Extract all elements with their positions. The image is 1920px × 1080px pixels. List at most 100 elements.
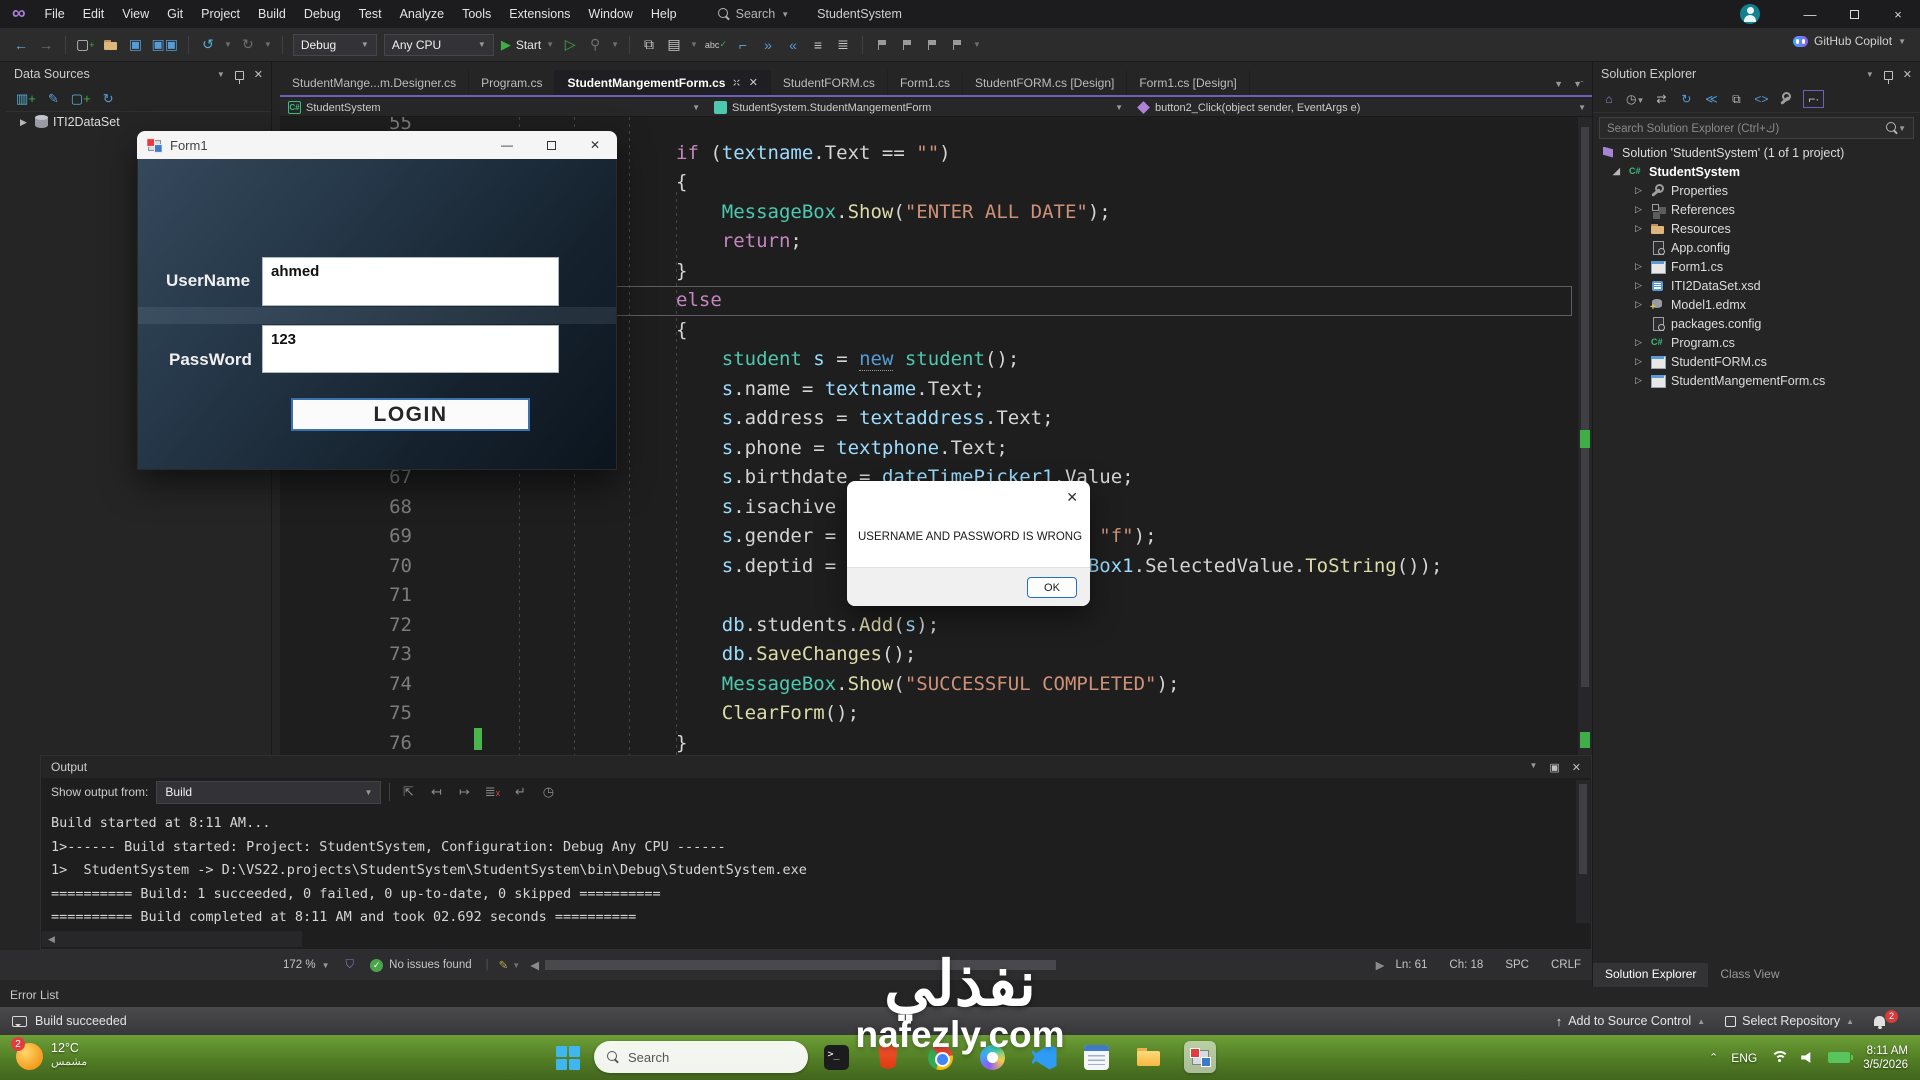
sync-icon[interactable]: ⇄	[1653, 92, 1669, 106]
column-indicator[interactable]: Ch: 18	[1438, 959, 1494, 971]
open-file-icon[interactable]	[102, 35, 120, 55]
add-new-icon[interactable]: ▢+	[71, 91, 91, 107]
expander-icon[interactable]: ◢	[1613, 166, 1623, 177]
editor-vertical-scrollbar[interactable]	[1578, 117, 1592, 755]
menu-window[interactable]: Window	[579, 1, 641, 27]
tree-item-studentform-cs[interactable]: ▷StudentFORM.cs	[1593, 352, 1920, 371]
clock[interactable]: 8:11 AM 3/5/2026	[1863, 1044, 1908, 1072]
save-icon[interactable]: ▣	[127, 35, 145, 55]
watch-window-icon[interactable]: ▤	[665, 35, 683, 55]
error-list-bar[interactable]: Error List	[0, 983, 1592, 1007]
menu-debug[interactable]: Debug	[295, 1, 350, 27]
tree-item-form1-cs[interactable]: ▷Form1.cs	[1593, 257, 1920, 276]
scroll-left-icon[interactable]: ◀	[530, 958, 539, 972]
refresh-icon[interactable]: ↻	[103, 91, 114, 107]
global-search-box[interactable]: Search ▼	[708, 4, 800, 24]
maximize-panel-icon[interactable]: ▣	[1549, 761, 1559, 774]
navigate-back-icon[interactable]: ←	[12, 35, 30, 55]
taskbar-app-explorer[interactable]	[1132, 1041, 1164, 1073]
document-list-icon[interactable]: ▼	[1554, 79, 1563, 89]
start-without-debugging-icon[interactable]: ▷	[561, 35, 579, 55]
document-tab-6[interactable]: Form1.cs [Design]	[1127, 70, 1249, 95]
expander-icon[interactable]: ▷	[1635, 356, 1645, 367]
edit-dataset-icon[interactable]: ✎	[48, 91, 59, 107]
wifi-icon[interactable]	[1770, 1051, 1788, 1064]
save-all-icon[interactable]: ▣▣	[152, 35, 178, 55]
menu-edit[interactable]: Edit	[74, 1, 114, 27]
start-debug-button[interactable]: ▶ Start ▼	[501, 37, 554, 53]
output-log[interactable]: Build started at 8:11 AM...1>------ Buil…	[41, 812, 1575, 945]
navigate-forward-icon[interactable]: →	[37, 35, 55, 55]
pin-icon[interactable]	[1884, 71, 1893, 80]
panel-menu-icon[interactable]: ▼	[1866, 70, 1874, 79]
menu-build[interactable]: Build	[249, 1, 295, 27]
refresh-icon[interactable]: ↻	[1678, 92, 1694, 106]
tree-item-studentsystem[interactable]: ◢StudentSystem	[1593, 162, 1920, 181]
panel-menu-icon[interactable]: ▼	[1529, 761, 1537, 774]
select-repository-button[interactable]: Select Repository ▲	[1725, 1014, 1854, 1028]
document-tab-0[interactable]: StudentMange...m.Designer.cs	[280, 70, 469, 95]
taskbar-app-console[interactable]	[820, 1041, 852, 1073]
document-tab-2[interactable]: StudentMangementForm.cs⊹✕	[555, 70, 770, 95]
password-field[interactable]: 123	[262, 325, 559, 373]
attach-process-icon[interactable]: ⚲	[586, 35, 604, 55]
line-indicator[interactable]: Ln: 61	[1384, 959, 1438, 971]
username-field[interactable]: ahmed	[262, 257, 559, 306]
maximize-button[interactable]	[1832, 0, 1876, 28]
goto-message-icon[interactable]: ⇱	[398, 784, 418, 800]
menu-extensions[interactable]: Extensions	[500, 1, 579, 27]
weather-widget[interactable]: 2 12°C مشمس	[16, 1039, 87, 1070]
collapse-all-icon[interactable]: ≪	[1703, 92, 1719, 106]
tab-pin-icon[interactable]: ⊹	[729, 75, 745, 91]
expander-icon[interactable]: ▷	[1635, 204, 1645, 215]
expander-icon[interactable]: ▷	[1635, 185, 1645, 196]
list-members-icon[interactable]: ≡	[809, 35, 827, 55]
document-tab-4[interactable]: Form1.cs	[888, 70, 963, 95]
tab-class-view[interactable]: Class View	[1708, 963, 1791, 987]
next-bookmark-icon[interactable]	[923, 35, 941, 55]
hidden-icons-button[interactable]: ⌃	[1709, 1051, 1718, 1064]
expander-icon[interactable]: ▷	[1635, 375, 1645, 386]
start-button[interactable]	[556, 1046, 580, 1070]
tree-item-resources[interactable]: ▷Resources	[1593, 219, 1920, 238]
minimize-button[interactable]: —	[1788, 0, 1832, 28]
taskbar-app-chrome[interactable]	[924, 1041, 956, 1073]
timestamp-icon[interactable]: ◷	[538, 784, 558, 800]
tree-item-packages-config[interactable]: packages.config	[1593, 314, 1920, 333]
solution-search-box[interactable]: Search Solution Explorer (Ctrl+ك) ▼	[1599, 117, 1914, 139]
tab-close-icon[interactable]: ✕	[749, 76, 758, 89]
word-wrap-icon[interactable]: ↵	[510, 784, 530, 800]
breadcrumb-type[interactable]: StudentSystem.StudentMangementForm ▼	[706, 99, 1129, 116]
indent-mode-indicator[interactable]: SPC	[1494, 959, 1540, 971]
taskbar-app-vs-form[interactable]	[1184, 1041, 1216, 1073]
expander-icon[interactable]: ▷	[1635, 261, 1645, 272]
document-tab-5[interactable]: StudentFORM.cs [Design]	[963, 70, 1127, 95]
pin-icon[interactable]	[235, 71, 244, 80]
tree-item-references[interactable]: ▷References	[1593, 200, 1920, 219]
expander-icon[interactable]: ▷	[1635, 337, 1645, 348]
next-message-icon[interactable]: ↦	[454, 784, 474, 800]
tree-item-iti2dataset-xsd[interactable]: ▷ITI2DataSet.xsd	[1593, 276, 1920, 295]
expander-icon[interactable]: ▷	[1635, 280, 1645, 291]
tab-solution-explorer[interactable]: Solution Explorer	[1593, 963, 1708, 987]
expander-icon[interactable]: ▷	[1635, 223, 1645, 234]
close-panel-icon[interactable]: ✕	[1572, 761, 1581, 774]
panel-menu-icon[interactable]: ▼	[217, 70, 225, 79]
tree-item-studentmangementform-cs[interactable]: ▷StudentMangementForm.cs	[1593, 371, 1920, 390]
undo-icon[interactable]: ↺	[199, 35, 217, 55]
user-avatar[interactable]	[1740, 4, 1760, 24]
battery-icon[interactable]	[1828, 1052, 1850, 1063]
tree-item-program-cs[interactable]: ▷Program.cs	[1593, 333, 1920, 352]
menu-test[interactable]: Test	[350, 1, 391, 27]
add-data-source-icon[interactable]: ▥+	[16, 91, 36, 107]
scroll-right-icon[interactable]: ▶	[1376, 958, 1385, 972]
add-to-source-control-button[interactable]: ↑ Add to Source Control ▲	[1556, 1014, 1705, 1029]
outdent-icon[interactable]: «	[784, 35, 802, 55]
switch-views-icon[interactable]: ⌂	[1601, 92, 1617, 106]
dialog-ok-button[interactable]: OK	[1027, 577, 1077, 598]
menu-analyze[interactable]: Analyze	[391, 1, 453, 27]
tree-item-app-config[interactable]: App.config	[1593, 238, 1920, 257]
clear-bookmarks-icon[interactable]	[948, 35, 966, 55]
expander-icon[interactable]: ▶	[20, 117, 30, 128]
speaker-icon[interactable]	[1801, 1052, 1815, 1064]
